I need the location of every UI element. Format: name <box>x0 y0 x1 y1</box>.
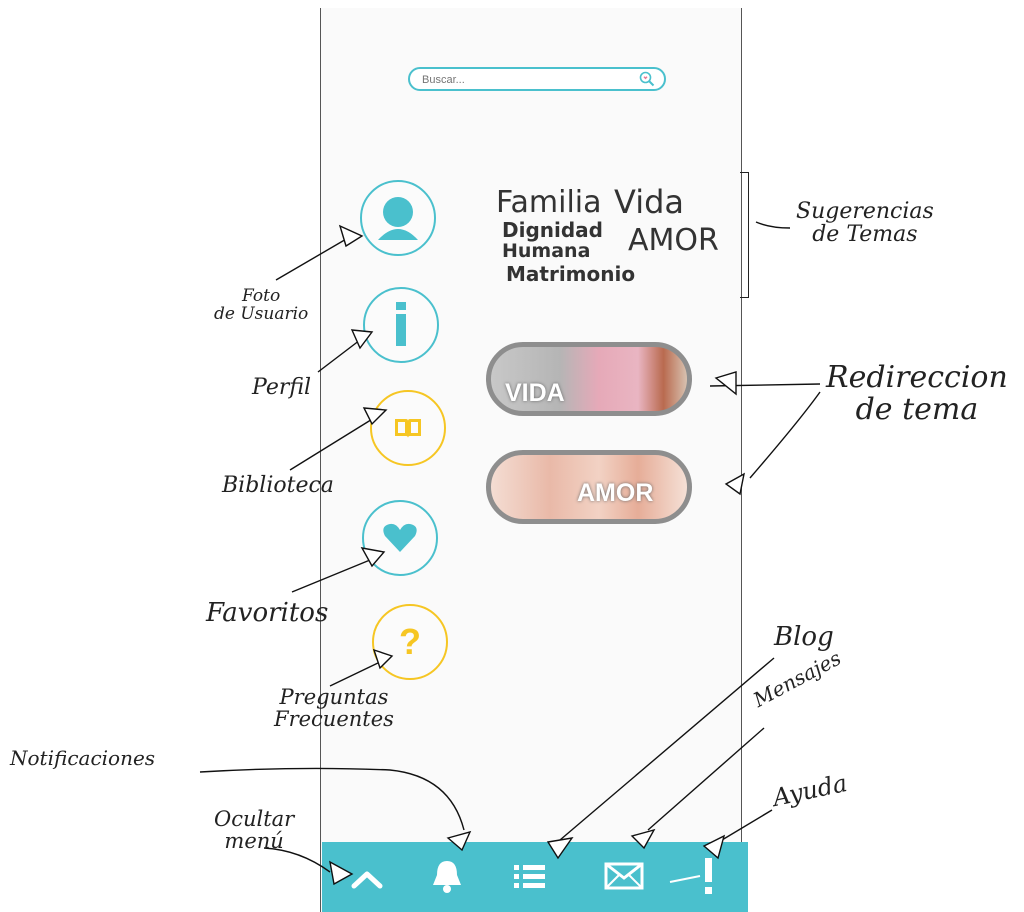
annotation-faq: Preguntas Frecuentes <box>274 685 394 732</box>
annotation-library: Biblioteca <box>222 473 334 498</box>
annotation-user-photo: Foto de Usuario <box>214 286 309 324</box>
annotation-topic-suggestions: Sugerencias de Temas <box>796 199 934 248</box>
annotation-hide-menu: Ocultar menú <box>214 807 295 854</box>
annotation-topic-redirect: Redireccion de tema <box>826 360 1008 427</box>
annotation-notifications: Notificaciones <box>10 746 156 770</box>
annotation-profile: Perfil <box>252 375 312 400</box>
annotation-arrows <box>199 221 821 886</box>
annotation-blog: Blog <box>774 622 834 652</box>
annotation-favorites: Favoritos <box>206 598 329 628</box>
